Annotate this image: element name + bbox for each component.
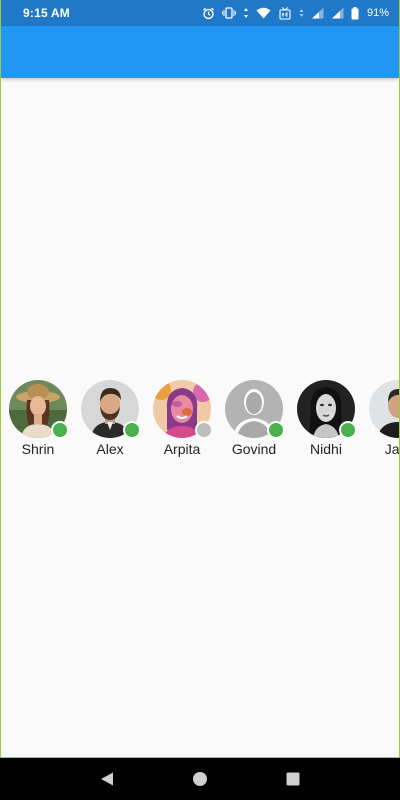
app-screen: 9:15 AM 91% Shrin Alex Arpita Govind Nid… bbox=[0, 0, 400, 758]
signal-icon bbox=[311, 7, 324, 19]
status-time: 9:15 AM bbox=[23, 6, 70, 20]
online-status-dot bbox=[267, 421, 285, 439]
back-icon bbox=[100, 772, 113, 786]
avatar-container bbox=[369, 380, 399, 438]
story-name: Arpita bbox=[163, 441, 201, 457]
story-name: Shrin bbox=[21, 441, 55, 457]
home-icon bbox=[192, 772, 207, 786]
app-bar bbox=[1, 26, 399, 78]
recents-icon bbox=[286, 772, 300, 786]
avatar-container bbox=[297, 380, 357, 439]
wifi-icon bbox=[256, 7, 271, 19]
story-item[interactable]: Alex bbox=[81, 380, 141, 460]
vibrate-icon bbox=[221, 7, 236, 19]
online-status-dot bbox=[123, 421, 141, 439]
avatar-container bbox=[225, 380, 285, 439]
signal-icon bbox=[331, 7, 344, 19]
story-name: Alex bbox=[96, 441, 124, 457]
navigation-bar bbox=[0, 758, 400, 800]
online-status-dot bbox=[339, 421, 357, 439]
story-name: Jam bbox=[384, 441, 400, 457]
status-icons: 91% bbox=[202, 6, 389, 20]
alarm-icon bbox=[202, 7, 215, 20]
story-item[interactable]: Jam bbox=[369, 380, 400, 460]
story-list[interactable]: Shrin Alex Arpita Govind Nidhi Ja bbox=[1, 380, 400, 460]
man-photo bbox=[369, 380, 399, 438]
volte-icon bbox=[278, 6, 292, 20]
story-item[interactable]: Govind bbox=[225, 380, 285, 460]
story-item[interactable]: Nidhi bbox=[297, 380, 357, 460]
data-arrows-icon bbox=[243, 7, 249, 19]
status-bar: 9:15 AM 91% bbox=[1, 0, 399, 26]
story-name: Govind bbox=[231, 441, 277, 457]
avatar-container bbox=[9, 380, 69, 439]
story-item[interactable]: Shrin bbox=[9, 380, 69, 460]
story-name: Nidhi bbox=[310, 441, 342, 457]
battery-icon bbox=[351, 6, 359, 20]
offline-status-dot bbox=[195, 421, 213, 439]
recents-button[interactable] bbox=[282, 768, 304, 790]
data-arrows-icon bbox=[299, 7, 304, 19]
online-status-dot bbox=[51, 421, 69, 439]
avatar[interactable] bbox=[369, 380, 399, 438]
home-button[interactable] bbox=[189, 768, 211, 790]
avatar-container bbox=[153, 380, 213, 439]
story-item[interactable]: Arpita bbox=[153, 380, 213, 460]
back-button[interactable] bbox=[96, 768, 118, 790]
avatar-container bbox=[81, 380, 141, 439]
battery-percent: 91% bbox=[366, 7, 389, 19]
